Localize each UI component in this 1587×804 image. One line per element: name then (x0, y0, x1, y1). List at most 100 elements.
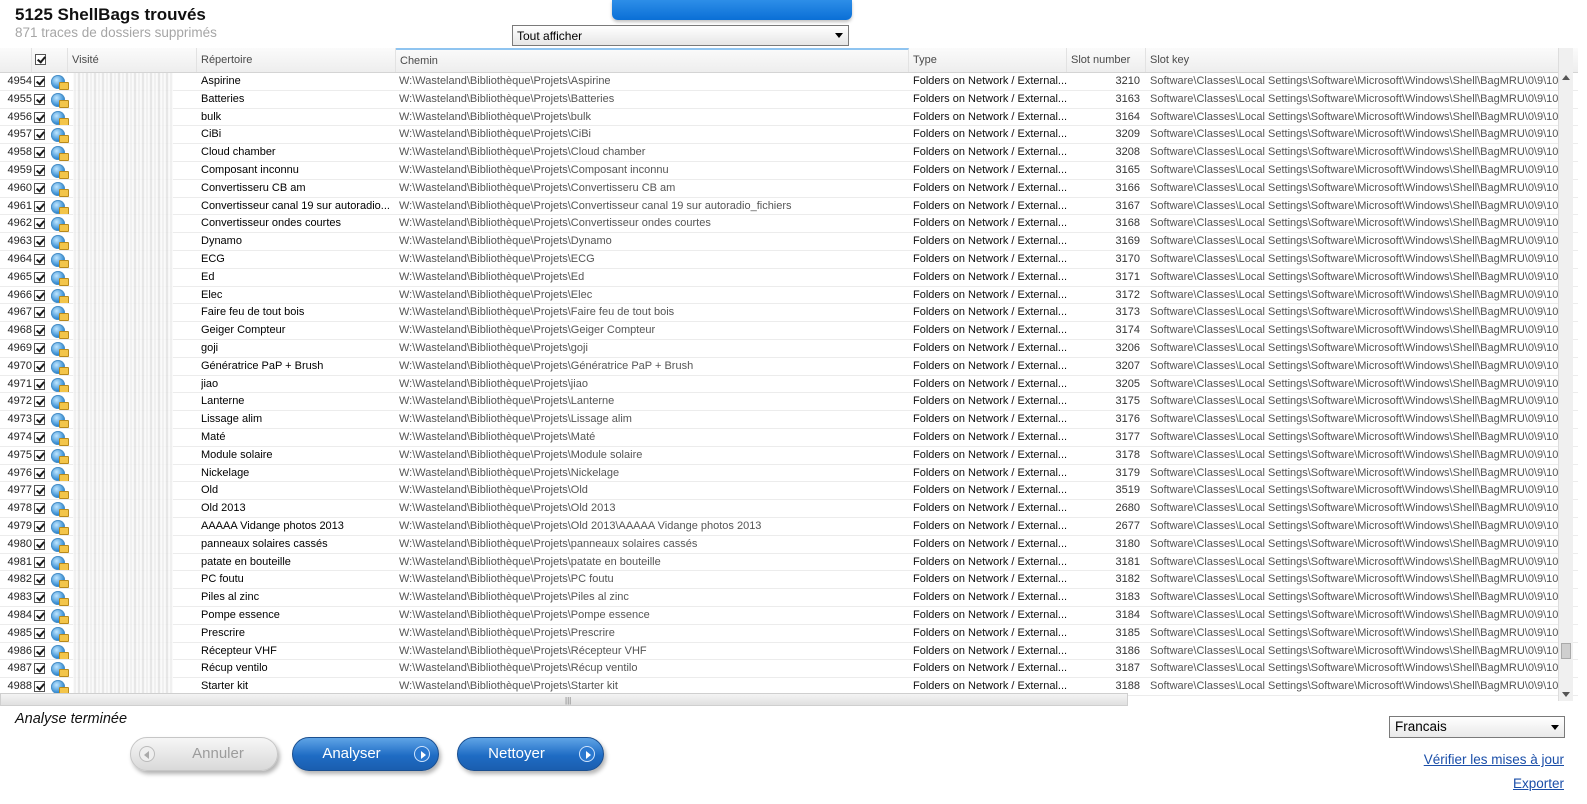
row-checkbox[interactable] (34, 503, 45, 515)
row-slot-number: 3169 (1115, 235, 1140, 248)
table-row[interactable]: 4965 Ed W:\Wasteland\Bibliothèque\Projets\… (0, 269, 1578, 287)
table-row[interactable]: 4971 jiao W:\Wasteland\Bibliothèque\Projet… (0, 376, 1578, 394)
row-checkbox[interactable] (34, 236, 45, 248)
row-checkbox[interactable] (34, 93, 45, 105)
row-checkbox[interactable] (34, 147, 45, 159)
table-row[interactable]: 4968 Geiger Compteur W:\Wasteland\Biblioth… (0, 322, 1578, 340)
row-checkbox[interactable] (34, 325, 45, 337)
header-type[interactable]: Type (909, 48, 1067, 72)
row-checkbox[interactable] (34, 681, 45, 693)
table-row[interactable]: 4955 Batteries W:\Wasteland\Bibliothèque\P… (0, 91, 1578, 109)
network-folder-icon (51, 484, 69, 500)
row-checkbox[interactable] (34, 307, 45, 319)
table-row[interactable]: 4963 Dynamo W:\Wasteland\Bibliothèque\Proj… (0, 233, 1578, 251)
row-checkbox[interactable] (34, 592, 45, 604)
scroll-up-icon[interactable] (1562, 75, 1570, 80)
row-checkbox[interactable] (34, 76, 45, 87)
row-checkbox[interactable] (34, 200, 45, 212)
table-row[interactable]: 4958 Cloud chamber W:\Wasteland\Bibliothèq… (0, 144, 1578, 162)
table-row[interactable]: 4959 Composant inconnu W:\Wasteland\Biblio… (0, 162, 1578, 180)
table-row[interactable]: 4969 goji W:\Wasteland\Bibliothèque\Projet… (0, 340, 1578, 358)
table-row[interactable]: 4960 Convertisseru CB am W:\Wasteland\Bibl… (0, 180, 1578, 198)
table-row[interactable]: 4962 Convertisseur ondes courtes W:\Wastel… (0, 215, 1578, 234)
table-row[interactable]: 4985 Prescrire W:\Wasteland\Bibliothèque\P… (0, 625, 1578, 643)
header-slot-number[interactable]: Slot number (1067, 48, 1146, 72)
row-checkbox[interactable] (34, 271, 45, 283)
table-row[interactable]: 4981 patate en bouteille W:\Wasteland\Bibl… (0, 554, 1578, 572)
row-slot-key: Software\Classes\Local Settings\Software… (1150, 413, 1558, 426)
analyze-button[interactable]: Analyser (292, 737, 439, 771)
header-visited[interactable]: Visité (68, 48, 197, 72)
scroll-grip-icon[interactable]: ||| (565, 696, 571, 705)
row-type: Folders on Network / External... (913, 288, 1067, 301)
scroll-down-icon[interactable] (1562, 692, 1570, 697)
table-row[interactable]: 4961 Convertisseur canal 19 sur autoradio… (0, 198, 1578, 216)
table-row[interactable]: 4956 bulk W:\Wasteland\Bibliothèque\Projet… (0, 109, 1578, 127)
row-checkbox[interactable] (34, 378, 45, 390)
table-row[interactable]: 4978 Old 2013 W:\Wasteland\Bibliothèque\Pr… (0, 500, 1578, 518)
row-checkbox[interactable] (34, 449, 45, 461)
table-row[interactable]: 4984 Pompe essence W:\Wasteland\Bibliothèq… (0, 607, 1578, 625)
row-checkbox[interactable] (34, 111, 45, 123)
table-row[interactable]: 4954 Aspirine W:\Wasteland\Bibliothèque\Pr… (0, 73, 1578, 91)
clean-button[interactable]: Nettoyer (457, 737, 604, 771)
row-checkbox[interactable] (34, 609, 45, 621)
row-checkbox[interactable] (34, 342, 45, 354)
horizontal-scrollbar[interactable]: ||| (0, 693, 1128, 706)
row-checkbox[interactable] (34, 253, 45, 265)
row-checkbox[interactable] (34, 467, 45, 479)
cancel-button[interactable]: Annuler (130, 737, 278, 771)
row-checkbox-cell (34, 518, 48, 535)
row-type: Folders on Network / External... (913, 413, 1067, 426)
row-path: W:\Wasteland\Bibliothèque\Projets\Lissag… (399, 413, 632, 426)
header-path[interactable]: Chemin (396, 48, 909, 72)
table-row[interactable]: 4986 Récepteur VHF W:\Wasteland\Bibliothèq… (0, 643, 1578, 661)
table-row[interactable]: 4982 PC foutu W:\Wasteland\Bibliothèque\Pr… (0, 571, 1578, 590)
row-checkbox[interactable] (34, 556, 45, 568)
filter-dropdown[interactable]: Tout afficher (512, 25, 849, 46)
row-checkbox[interactable] (34, 164, 45, 176)
row-checkbox[interactable] (34, 520, 45, 532)
row-checkbox[interactable] (34, 414, 45, 426)
header-slot-key[interactable]: Slot key (1146, 48, 1558, 72)
table-row[interactable]: 4983 Piles al zinc W:\Wasteland\Bibliothèq… (0, 589, 1578, 607)
row-checkbox[interactable] (34, 627, 45, 639)
select-all-checkbox[interactable] (35, 54, 46, 65)
table-row[interactable]: 4957 CiBi W:\Wasteland\Bibliothèque\Projet… (0, 126, 1578, 145)
row-checkbox[interactable] (34, 645, 45, 657)
scroll-thumb[interactable] (1561, 643, 1571, 659)
table-row[interactable]: 4980 panneaux solaires cassés W:\Wasteland… (0, 536, 1578, 554)
table-row[interactable]: 4974 Maté W:\Wasteland\Bibliothèque\Projet… (0, 429, 1578, 447)
table-row[interactable]: 4973 Lissage alim W:\Wasteland\Bibliothèqu… (0, 411, 1578, 429)
export-link[interactable]: Exporter (1513, 776, 1564, 791)
header-select-all[interactable] (32, 48, 68, 72)
vertical-scrollbar[interactable] (1558, 48, 1573, 701)
row-checkbox[interactable] (34, 182, 45, 194)
table-row[interactable]: 4977 Old W:\Wasteland\Bibliothèque\Projets… (0, 482, 1578, 501)
row-checkbox[interactable] (34, 485, 45, 497)
row-checkbox[interactable] (34, 431, 45, 443)
row-checkbox[interactable] (34, 396, 45, 408)
row-checkbox[interactable] (34, 129, 45, 141)
row-checkbox[interactable] (34, 360, 45, 372)
row-checkbox[interactable] (34, 538, 45, 550)
row-checkbox[interactable] (34, 289, 45, 301)
table-row[interactable]: 4975 Module solaire W:\Wasteland\Bibliothè… (0, 447, 1578, 465)
table-row[interactable]: 4964 ECG W:\Wasteland\Bibliothèque\Projets… (0, 251, 1578, 269)
table-row[interactable]: 4967 Faire feu de tout bois W:\Wasteland\B… (0, 304, 1578, 323)
header-directory[interactable]: Répertoire (197, 48, 396, 72)
row-checkbox[interactable] (34, 218, 45, 230)
table-row[interactable]: 4970 Génératrice PaP + Brush W:\Wasteland\… (0, 358, 1578, 376)
row-slot-number: 3207 (1115, 359, 1140, 372)
language-dropdown[interactable]: Francais (1389, 716, 1565, 738)
row-icon-cell (51, 554, 69, 571)
table-row[interactable]: 4966 Elec W:\Wasteland\Bibliothèque\Projet… (0, 287, 1578, 305)
row-checkbox[interactable] (34, 574, 45, 586)
table-row[interactable]: 4987 Récup ventilo W:\Wasteland\Bibliothèq… (0, 660, 1578, 679)
row-checkbox[interactable] (34, 663, 45, 675)
table-row[interactable]: 4972 Lanterne W:\Wasteland\Bibliothèque\Pr… (0, 393, 1578, 412)
table-row[interactable]: 4979 AAAAA Vidange photos 2013 W:\Wastelan… (0, 518, 1578, 536)
table-row[interactable]: 4976 Nickelage W:\Wasteland\Bibliothèque\P… (0, 465, 1578, 483)
row-path: W:\Wasteland\Bibliothèque\Projets\Maté (399, 430, 596, 443)
check-updates-link[interactable]: Vérifier les mises à jour (1424, 752, 1564, 767)
